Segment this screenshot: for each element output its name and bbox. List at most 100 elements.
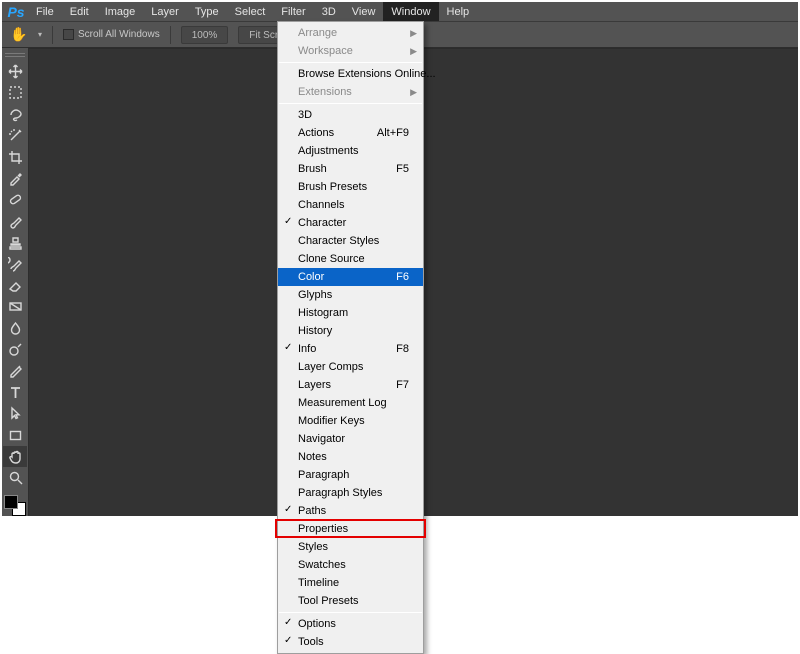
- menu-item-tool-presets[interactable]: Tool Presets: [278, 592, 423, 610]
- menu-item-layer-comps[interactable]: Layer Comps: [278, 358, 423, 376]
- menu-item-label: Layer Comps: [298, 361, 363, 373]
- menu-item-tools[interactable]: ✓ Tools: [278, 633, 423, 651]
- clone-stamp-tool[interactable]: [3, 232, 27, 253]
- menu-item-clone-source[interactable]: Clone Source: [278, 250, 423, 268]
- menu-item-label: History: [298, 325, 332, 337]
- menu-item-shortcut: Alt+F9: [377, 127, 409, 139]
- menu-item-label: Properties: [298, 523, 348, 535]
- zoom-tool[interactable]: [3, 467, 27, 488]
- hand-tool[interactable]: [3, 446, 27, 467]
- menu-item-label: Tool Presets: [298, 595, 359, 607]
- eraser-tool[interactable]: [3, 275, 27, 296]
- menu-item-label: Actions: [298, 127, 334, 139]
- menu-item-history[interactable]: History: [278, 322, 423, 340]
- menu-item-label: Character: [298, 217, 346, 229]
- menu-3d[interactable]: 3D: [314, 2, 344, 21]
- menu-item-character-styles[interactable]: Character Styles: [278, 232, 423, 250]
- menu-item-actions[interactable]: Actions Alt+F9: [278, 124, 423, 142]
- menu-item-label: Measurement Log: [298, 397, 387, 409]
- menu-item-label: 3D: [298, 109, 312, 121]
- eyedropper-tool[interactable]: [3, 168, 27, 189]
- dodge-tool[interactable]: [3, 339, 27, 360]
- menu-type[interactable]: Type: [187, 2, 227, 21]
- check-icon: ✓: [284, 635, 292, 646]
- menu-item-browse-extensions-online[interactable]: Browse Extensions Online...: [278, 65, 423, 83]
- menu-item-styles[interactable]: Styles: [278, 538, 423, 556]
- menu-item-character[interactable]: ✓ Character: [278, 214, 423, 232]
- healing-brush-tool[interactable]: [3, 189, 27, 210]
- menu-item-label: Styles: [298, 541, 328, 553]
- menu-item-label: Glyphs: [298, 289, 332, 301]
- menu-item-brush-presets[interactable]: Brush Presets: [278, 178, 423, 196]
- check-icon: ✓: [284, 216, 292, 227]
- color-swatches[interactable]: [4, 495, 26, 516]
- type-tool[interactable]: [3, 382, 27, 403]
- menu-image[interactable]: Image: [97, 2, 144, 21]
- menu-view[interactable]: View: [344, 2, 384, 21]
- gradient-tool[interactable]: [3, 296, 27, 317]
- app-logo: Ps: [4, 2, 28, 21]
- menu-item-adjustments[interactable]: Adjustments: [278, 142, 423, 160]
- menu-edit[interactable]: Edit: [62, 2, 97, 21]
- menu-item-info[interactable]: ✓InfoF8: [278, 340, 423, 358]
- magic-wand-tool[interactable]: [3, 125, 27, 146]
- menu-filter[interactable]: Filter: [273, 2, 313, 21]
- marquee-tool[interactable]: [3, 82, 27, 103]
- menu-item-3d[interactable]: 3D: [278, 106, 423, 124]
- pen-tool[interactable]: [3, 360, 27, 381]
- tools-panel: [2, 48, 29, 516]
- divider: [52, 26, 53, 44]
- menu-item-properties[interactable]: Properties: [278, 520, 423, 538]
- history-brush-tool[interactable]: [3, 253, 27, 274]
- menu-help[interactable]: Help: [439, 2, 478, 21]
- menu-item-color[interactable]: ColorF6: [278, 268, 423, 286]
- panel-grip[interactable]: [5, 52, 25, 59]
- menu-item-options[interactable]: ✓Options: [278, 615, 423, 633]
- menu-file[interactable]: File: [28, 2, 62, 21]
- menu-separator: [279, 62, 422, 63]
- brush-tool[interactable]: [3, 211, 27, 232]
- menu-item-layers[interactable]: LayersF7: [278, 376, 423, 394]
- menu-item-shortcut: F6: [396, 271, 409, 283]
- menu-item-label: Brush Presets: [298, 181, 367, 193]
- menu-item-shortcut: F7: [396, 379, 409, 391]
- submenu-arrow-icon: ▶: [410, 46, 417, 57]
- menu-item-glyphs[interactable]: Glyphs: [278, 286, 423, 304]
- menu-item-brush[interactable]: BrushF5: [278, 160, 423, 178]
- menu-item-paragraph[interactable]: Paragraph: [278, 466, 423, 484]
- chevron-down-icon[interactable]: ▾: [38, 30, 42, 39]
- menu-item-shortcut: F5: [396, 163, 409, 175]
- crop-tool[interactable]: [3, 146, 27, 167]
- menu-item-label: Paragraph: [298, 469, 349, 481]
- blur-tool[interactable]: [3, 318, 27, 339]
- menu-item-label: Tools: [298, 636, 324, 648]
- zoom-field[interactable]: 100%: [181, 26, 229, 44]
- menu-item-modifier-keys[interactable]: Modifier Keys: [278, 412, 423, 430]
- menu-item-extensions: Extensions▶: [278, 83, 423, 101]
- menu-select[interactable]: Select: [227, 2, 274, 21]
- menu-item-label: Paths: [298, 505, 326, 517]
- menu-item-histogram[interactable]: Histogram: [278, 304, 423, 322]
- menu-item-label: Workspace: [298, 45, 353, 57]
- rectangle-tool[interactable]: [3, 424, 27, 445]
- scroll-all-windows-checkbox[interactable]: Scroll All Windows: [63, 29, 160, 40]
- menu-item-paths[interactable]: ✓ Paths: [278, 502, 423, 520]
- menu-item-shortcut: F8: [396, 343, 409, 355]
- lasso-tool[interactable]: [3, 104, 27, 125]
- window-menu-dropdown[interactable]: Arrange▶Workspace▶Browse Extensions Onli…: [277, 21, 424, 654]
- path-select-tool[interactable]: [3, 403, 27, 424]
- menu-item-notes[interactable]: Notes: [278, 448, 423, 466]
- check-icon: ✓: [284, 504, 292, 515]
- menu-item-channels[interactable]: Channels: [278, 196, 423, 214]
- menu-item-timeline[interactable]: Timeline: [278, 574, 423, 592]
- move-tool[interactable]: [3, 61, 27, 82]
- menu-item-swatches[interactable]: Swatches: [278, 556, 423, 574]
- menu-item-navigator[interactable]: Navigator: [278, 430, 423, 448]
- menu-layer[interactable]: Layer: [143, 2, 187, 21]
- hand-icon: ✋: [10, 26, 28, 44]
- check-icon: ✓: [284, 617, 292, 628]
- menu-window[interactable]: Window: [383, 2, 438, 21]
- menu-item-measurement-log[interactable]: Measurement Log: [278, 394, 423, 412]
- menu-item-label: Info: [298, 343, 316, 355]
- menu-item-paragraph-styles[interactable]: Paragraph Styles: [278, 484, 423, 502]
